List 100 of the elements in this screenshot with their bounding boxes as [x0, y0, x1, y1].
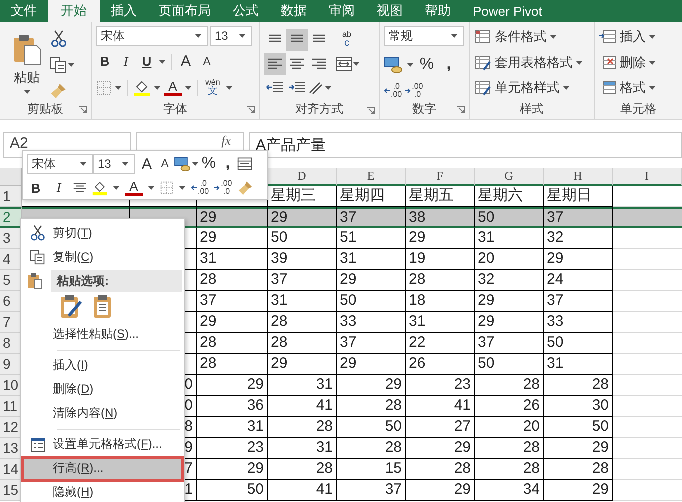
row-header[interactable]: 9	[0, 354, 22, 375]
scissors-icon[interactable]	[50, 30, 68, 48]
ribbon-tab[interactable]: 插入	[100, 0, 148, 22]
italic-button[interactable]: I	[50, 179, 68, 197]
row-header[interactable]: 1	[0, 186, 22, 207]
ribbon-tab[interactable]: 页面布局	[148, 0, 222, 22]
cells-menu-button[interactable]: 插入	[599, 26, 678, 48]
grow-font-button[interactable]: A	[138, 155, 156, 173]
row-header[interactable]: 7	[0, 312, 22, 333]
percent-button[interactable]: %	[417, 56, 437, 74]
caret-icon[interactable]	[115, 86, 122, 90]
cells-menu-button[interactable]: 删除	[599, 52, 678, 74]
bold-button[interactable]: B	[27, 179, 45, 197]
ribbon-tab[interactable]: 视图	[366, 0, 414, 22]
caret-icon[interactable]	[407, 62, 414, 66]
font-size-dropdown[interactable]: 13	[210, 26, 252, 46]
percent-button[interactable]: %	[199, 155, 219, 173]
font-size-dropdown[interactable]: 13	[93, 154, 135, 174]
caret-icon[interactable]	[179, 186, 186, 190]
column-header[interactable]: D	[268, 168, 337, 186]
caret-icon[interactable]	[148, 186, 155, 190]
menu-item[interactable]: 复制(C)	[23, 246, 182, 268]
menu-item[interactable]: 选择性粘贴(S)...	[23, 324, 182, 346]
caret-icon[interactable]	[185, 86, 192, 90]
increase-decimal-button[interactable]: .0 .00	[191, 180, 210, 196]
cells-menu-button[interactable]: 格式	[599, 77, 678, 99]
paste-formatting-icon[interactable]	[59, 294, 83, 320]
menu-item[interactable]: 行高(R)...	[23, 458, 182, 480]
dialog-launcher-icon[interactable]	[247, 106, 255, 114]
style-menu-button[interactable]: 条件格式	[474, 26, 590, 48]
increase-decimal-button[interactable]: .0 .00	[384, 83, 402, 99]
caret-icon[interactable]	[226, 86, 233, 90]
copy-icon[interactable]	[50, 56, 68, 74]
menu-item[interactable]: 剪切(T)	[23, 222, 182, 244]
column-header[interactable]: I	[613, 168, 682, 186]
formula-field[interactable]: A产品产量	[249, 132, 682, 158]
row-header[interactable]: 5	[0, 270, 22, 291]
row-header[interactable]: 4	[0, 249, 22, 270]
paste-button[interactable]: 粘贴	[12, 26, 42, 99]
ribbon-tab[interactable]: Power Pivot	[462, 0, 554, 22]
column-header[interactable]: E	[337, 168, 406, 186]
row-header[interactable]: 3	[0, 228, 22, 249]
caret-icon[interactable]	[192, 162, 199, 166]
dialog-launcher-icon[interactable]	[457, 106, 465, 114]
font-color-button[interactable]: A	[125, 180, 143, 196]
font-name-dropdown[interactable]: 宋体	[96, 26, 208, 46]
middle-align-button[interactable]	[286, 29, 308, 51]
row-header[interactable]: 14	[0, 459, 22, 480]
underline-button[interactable]: U	[138, 52, 156, 70]
decrease-decimal-button[interactable]: .00 .0	[214, 180, 232, 196]
insert-function-label[interactable]: fx	[222, 134, 231, 148]
menu-item[interactable]: 插入(I)	[23, 354, 182, 377]
row-header[interactable]: 10	[0, 375, 22, 396]
style-menu-button[interactable]: 单元格样式	[474, 77, 590, 99]
fill-color-icon[interactable]	[133, 79, 151, 97]
row-header[interactable]: 11	[0, 396, 22, 417]
bold-button[interactable]: B	[96, 52, 114, 70]
left-align-button[interactable]	[264, 53, 286, 75]
merge-cells-icon[interactable]	[237, 156, 253, 172]
row-header[interactable]: 2	[0, 207, 22, 228]
caret-icon[interactable]	[159, 60, 166, 64]
row-header[interactable]: 12	[0, 417, 22, 438]
caret-icon[interactable]	[68, 62, 75, 66]
dialog-launcher-icon[interactable]	[79, 106, 87, 114]
shrink-font-button[interactable]: A	[156, 155, 174, 173]
wrap-text-button[interactable]: ab c	[336, 29, 358, 51]
ribbon-tab[interactable]: 数据	[270, 0, 318, 22]
style-menu-button[interactable]: 套用表格格式	[474, 52, 590, 74]
font-color-button[interactable]: A	[164, 80, 182, 96]
comma-button[interactable]: ,	[440, 56, 458, 74]
number-format-dropdown[interactable]: 常规	[384, 26, 464, 46]
border-icon[interactable]	[160, 181, 174, 195]
center-align-icon[interactable]	[73, 181, 87, 195]
fill-color-icon[interactable]	[92, 180, 108, 196]
caret-icon[interactable]	[113, 186, 120, 190]
merge-cells-icon[interactable]	[334, 56, 352, 72]
grow-font-button[interactable]: A	[177, 52, 195, 70]
decrease-decimal-button[interactable]: .00 .0	[405, 83, 424, 99]
font-name-dropdown[interactable]: 宋体	[27, 154, 93, 174]
ribbon-tab[interactable]: 帮助	[414, 0, 462, 22]
comma-button[interactable]: ,	[219, 155, 237, 173]
money-icon[interactable]	[384, 56, 404, 74]
column-header[interactable]: F	[406, 168, 475, 186]
ribbon-tab[interactable]: 审阅	[318, 0, 366, 22]
row-header[interactable]: 6	[0, 291, 22, 312]
column-header[interactable]: H	[544, 168, 613, 186]
caret-icon[interactable]	[324, 86, 332, 90]
phonetic-button[interactable]: wén 文	[203, 77, 223, 99]
row-header[interactable]: 15	[0, 480, 22, 501]
column-header[interactable]: G	[475, 168, 544, 186]
row-header[interactable]: 13	[0, 438, 22, 459]
dialog-launcher-icon[interactable]	[367, 107, 375, 115]
caret-icon[interactable]	[352, 62, 360, 66]
ribbon-tab[interactable]: 开始	[48, 0, 100, 22]
shrink-font-button[interactable]: A	[198, 52, 216, 70]
ribbon-tab[interactable]: 公式	[222, 0, 270, 22]
ribbon-tab[interactable]: 文件	[0, 0, 48, 22]
caret-icon[interactable]	[154, 86, 161, 90]
italic-button[interactable]: I	[117, 52, 135, 70]
row-header[interactable]: 8	[0, 333, 22, 354]
